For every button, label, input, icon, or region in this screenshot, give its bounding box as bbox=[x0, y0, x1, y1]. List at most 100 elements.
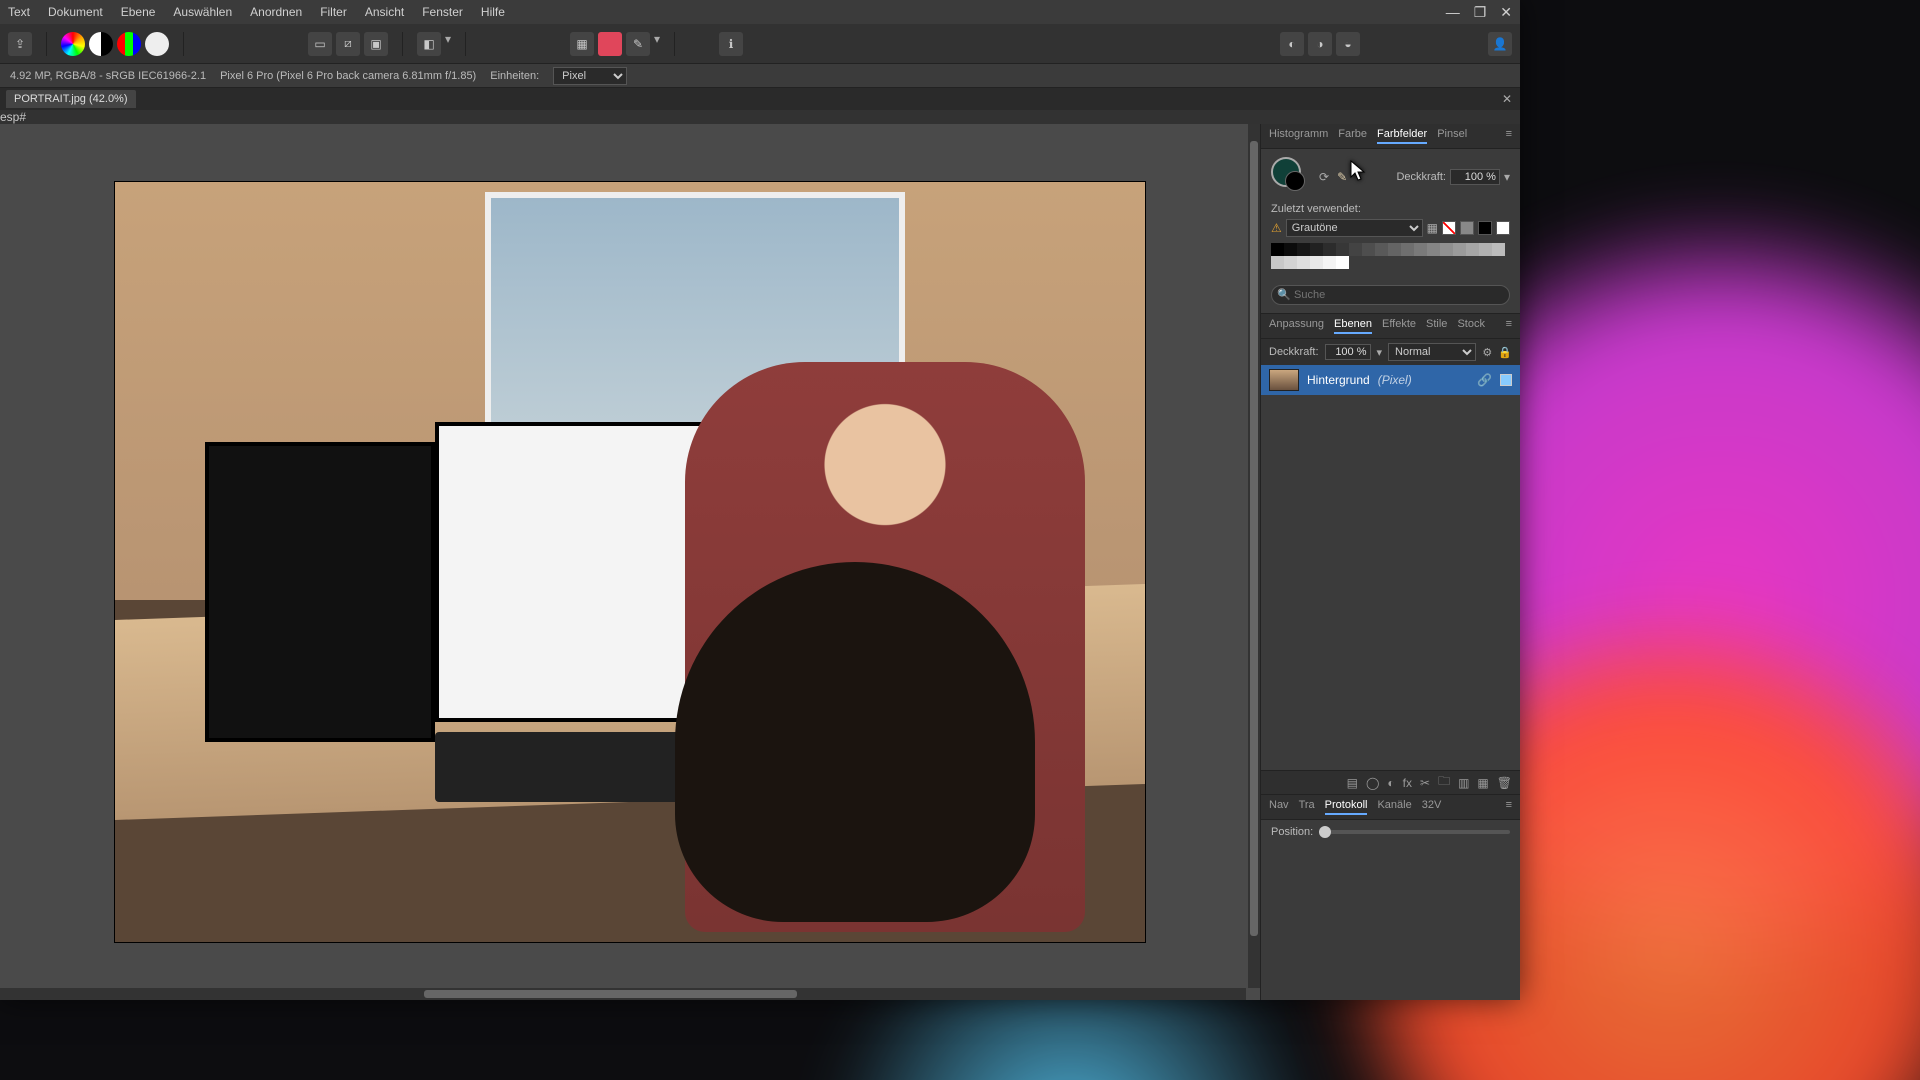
layer-opacity-label: Deckkraft: bbox=[1269, 346, 1319, 358]
tab-effekte[interactable]: Effekte bbox=[1382, 318, 1416, 334]
grayscale-swatches[interactable] bbox=[1271, 243, 1510, 269]
history-slider[interactable] bbox=[1319, 830, 1510, 834]
search-icon: 🔍 bbox=[1277, 288, 1291, 301]
chevron-down-icon[interactable]: ▾ bbox=[445, 32, 451, 56]
swatches-panel: ⟳ ✎ Deckkraft: ▾ Zuletzt verwendet: ⚠ Gr… bbox=[1261, 149, 1520, 277]
menu-filter[interactable]: Filter bbox=[320, 5, 347, 19]
menu-ansicht[interactable]: Ansicht bbox=[365, 5, 404, 19]
grid-icon[interactable]: ▦ bbox=[1477, 776, 1488, 790]
menu-ebene[interactable]: Ebene bbox=[121, 5, 156, 19]
add-palette-icon[interactable]: ▦ bbox=[1427, 221, 1438, 235]
colorwheel-icon[interactable] bbox=[61, 32, 85, 56]
palette-select[interactable]: Grautöne bbox=[1286, 219, 1423, 237]
layer-visibility-checkbox[interactable] bbox=[1500, 374, 1512, 386]
chevron-down-icon[interactable]: ▾ bbox=[654, 32, 660, 56]
menu-auswaehlen[interactable]: Auswählen bbox=[173, 5, 232, 19]
menu-hilfe[interactable]: Hilfe bbox=[481, 5, 505, 19]
swatch-black-icon[interactable] bbox=[1478, 221, 1492, 235]
background-color-swatch[interactable] bbox=[1285, 171, 1305, 191]
window-close-button[interactable]: ✕ bbox=[1500, 4, 1512, 21]
mask-icon[interactable]: ◯ bbox=[1366, 776, 1379, 790]
menu-anordnen[interactable]: Anordnen bbox=[250, 5, 302, 19]
adjustment-icon[interactable]: ◐ bbox=[1387, 776, 1394, 790]
units-select[interactable]: Pixel bbox=[553, 67, 627, 85]
tab-farbe[interactable]: Farbe bbox=[1338, 128, 1367, 144]
window-maximize-button[interactable]: ❐ bbox=[1474, 4, 1487, 21]
color-panel-tabs: Histogramm Farbe Farbfelder Pinsel ≡ bbox=[1261, 124, 1520, 149]
tab-ebenen[interactable]: Ebenen bbox=[1334, 318, 1372, 334]
quickmask-icon[interactable]: ◧ bbox=[417, 32, 441, 56]
menu-fenster[interactable]: Fenster bbox=[422, 5, 463, 19]
blend-mode-select[interactable]: Normal bbox=[1388, 343, 1476, 361]
horizontal-scrollbar[interactable] bbox=[0, 988, 1246, 1000]
tab-nav[interactable]: Nav bbox=[1269, 799, 1289, 815]
menu-dokument[interactable]: Dokument bbox=[48, 5, 103, 19]
opacity-input[interactable] bbox=[1450, 169, 1500, 185]
panel-menu-icon[interactable]: ≡ bbox=[1506, 128, 1512, 144]
document-tab-title: PORTRAIT.jpg (42.0%) bbox=[14, 93, 128, 105]
bw-icon[interactable] bbox=[89, 32, 113, 56]
merge-icon[interactable]: ▥ bbox=[1458, 776, 1469, 790]
noselect-icon[interactable]: ⧄ bbox=[336, 32, 360, 56]
share-icon[interactable]: ⇪ bbox=[8, 32, 32, 56]
layer-link-icon[interactable]: 🔗 bbox=[1477, 373, 1492, 387]
globe-icon[interactable]: ◐ bbox=[1280, 32, 1304, 56]
account-icon[interactable]: 👤 bbox=[1488, 32, 1512, 56]
swap-colors-icon[interactable]: ⟳ bbox=[1319, 170, 1329, 184]
layer-row[interactable]: Hintergrund (Pixel) 🔗 bbox=[1261, 365, 1520, 395]
red-icon[interactable] bbox=[598, 32, 622, 56]
tab-farbfelder[interactable]: Farbfelder bbox=[1377, 128, 1427, 144]
eyedropper-icon[interactable]: ✎ bbox=[1337, 170, 1347, 184]
menu-bar: Text Dokument Ebene Auswählen Anordnen F… bbox=[0, 0, 1520, 24]
trash-icon[interactable]: 🗑 bbox=[1497, 776, 1512, 790]
tab-kanaele[interactable]: Kanäle bbox=[1377, 799, 1411, 815]
chevron-down-icon[interactable]: ▾ bbox=[1504, 170, 1510, 184]
tab-32v[interactable]: 32V bbox=[1422, 799, 1442, 815]
menu-text[interactable]: Text bbox=[8, 5, 30, 19]
panel-menu-icon[interactable]: ≡ bbox=[1506, 318, 1512, 334]
swatch-search-input[interactable] bbox=[1271, 285, 1510, 305]
swatch-none-icon[interactable] bbox=[1442, 221, 1456, 235]
fx-icon[interactable]: fx bbox=[1403, 776, 1412, 790]
tab-anpassung[interactable]: Anpassung bbox=[1269, 318, 1324, 334]
swatch-mid-icon[interactable] bbox=[1460, 221, 1474, 235]
info-icon[interactable]: ℹ bbox=[719, 32, 743, 56]
folder-icon[interactable]: 🗀 bbox=[1438, 772, 1450, 793]
camera-info-text: Pixel 6 Pro (Pixel 6 Pro back camera 6.8… bbox=[220, 70, 476, 82]
gear-icon[interactable]: ⚙ bbox=[1482, 346, 1492, 359]
white-icon[interactable] bbox=[145, 32, 169, 56]
grid-icon[interactable]: ▦ bbox=[570, 32, 594, 56]
crop-icon[interactable]: ▣ bbox=[364, 32, 388, 56]
document-tab[interactable]: PORTRAIT.jpg (42.0%) bbox=[6, 90, 136, 108]
brush-icon[interactable]: ✎ bbox=[626, 32, 650, 56]
swatch-white-icon[interactable] bbox=[1496, 221, 1510, 235]
recent-colors-label: Zuletzt verwendet: bbox=[1271, 203, 1510, 215]
layers-panel: Anpassung Ebenen Effekte Stile Stock ≡ D… bbox=[1261, 313, 1520, 794]
tab-pinsel[interactable]: Pinsel bbox=[1437, 128, 1467, 144]
panel-menu-icon[interactable]: ≡ bbox=[1506, 799, 1512, 815]
document-image bbox=[115, 182, 1145, 942]
tab-close-icon[interactable]: ✕ bbox=[1494, 92, 1520, 106]
context-bar: 4.92 MP, RGBA/8 - sRGB IEC61966-2.1 Pixe… bbox=[0, 64, 1520, 88]
window-minimize-button[interactable]: — bbox=[1446, 4, 1460, 21]
layer-name-label: Hintergrund bbox=[1307, 373, 1370, 387]
help-icon[interactable]: ◑ bbox=[1308, 32, 1332, 56]
tab-protokoll[interactable]: Protokoll bbox=[1325, 799, 1368, 815]
crop-layer-icon[interactable]: ✂ bbox=[1420, 776, 1430, 790]
image-info-text: 4.92 MP, RGBA/8 - sRGB IEC61966-2.1 bbox=[10, 70, 206, 82]
tab-histogramm[interactable]: Histogramm bbox=[1269, 128, 1328, 144]
tab-tra[interactable]: Tra bbox=[1299, 799, 1315, 815]
layer-thumbnail bbox=[1269, 369, 1299, 391]
vertical-scrollbar[interactable] bbox=[1248, 124, 1260, 988]
marquee-icon[interactable]: ▭ bbox=[308, 32, 332, 56]
chevron-down-icon[interactable]: ▾ bbox=[1377, 346, 1383, 359]
lock-icon[interactable]: 🔒 bbox=[1498, 346, 1512, 359]
layer-opacity-input[interactable] bbox=[1325, 344, 1371, 360]
tab-stile[interactable]: Stile bbox=[1426, 318, 1447, 334]
canvas-area[interactable] bbox=[0, 124, 1260, 1000]
rgb-icon[interactable] bbox=[117, 32, 141, 56]
layer-stack-icon[interactable]: ▤ bbox=[1347, 776, 1358, 790]
tab-stock[interactable]: Stock bbox=[1457, 318, 1485, 334]
document-tab-bar: PORTRAIT.jpg (42.0%) ✕ bbox=[0, 88, 1520, 110]
cloud-icon[interactable]: ◒ bbox=[1336, 32, 1360, 56]
